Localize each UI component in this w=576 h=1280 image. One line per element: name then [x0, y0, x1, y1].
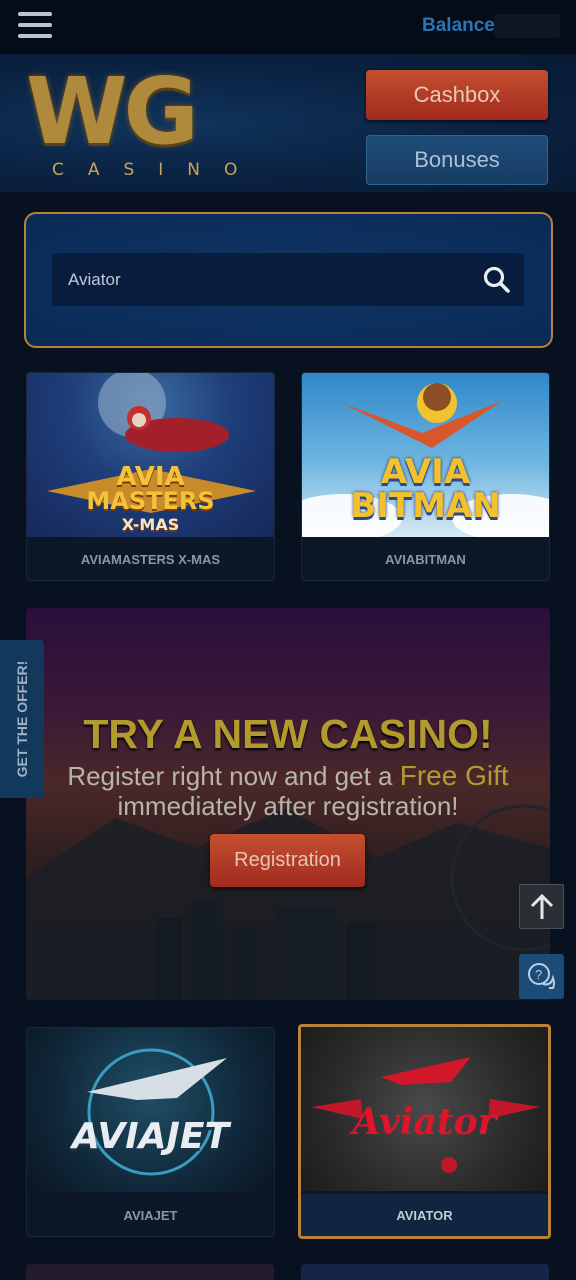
logo-wg-text: WG	[26, 58, 199, 165]
promo-free-gift: Free Gift	[399, 760, 509, 791]
promo-banner: TRY A NEW CASINO! Register right now and…	[26, 608, 550, 1000]
support-chat-button[interactable]: ?	[519, 954, 564, 999]
search-field	[52, 253, 524, 306]
game-art-text: Aviator	[352, 1101, 497, 1143]
chat-help-icon: ?	[528, 963, 555, 989]
game-card-aviamasters-xmas[interactable]: AVIA MASTERS X-MAS AVIAMASTERS X-MAS	[26, 372, 275, 581]
get-the-offer-tab[interactable]: GET THE OFFER!	[0, 640, 44, 798]
arrow-up-icon	[530, 893, 554, 919]
balance-label: Balance	[422, 15, 495, 36]
game-art-text: X-MAS	[121, 515, 180, 534]
search-input[interactable]	[68, 253, 468, 306]
game-card-partial[interactable]	[26, 1264, 274, 1280]
game-title: AVIABITMAN	[385, 551, 466, 567]
game-card-aviator[interactable]: Aviator AVIATOR	[298, 1024, 551, 1239]
game-thumbnail: AVIA MASTERS X-MAS	[27, 373, 274, 537]
promo-text-line2: immediately after registration!	[117, 791, 459, 821]
game-card-aviabitman[interactable]: AVIA BITMAN AVIABITMAN	[301, 372, 550, 581]
game-title: AVIAJET	[123, 1207, 178, 1223]
bonuses-button[interactable]: Bonuses	[366, 135, 548, 185]
logo-casino-text: CASINO	[52, 160, 262, 180]
game-card-aviajet[interactable]: AVIAJET AVIAJET	[26, 1027, 275, 1237]
game-art-text: AVIAJET	[71, 1116, 230, 1157]
promo-text-prefix: Register right now and get a	[67, 761, 393, 791]
registration-button[interactable]: Registration	[210, 834, 365, 887]
promo-title: TRY A NEW CASINO!	[83, 711, 493, 757]
hamburger-menu-icon[interactable]	[18, 12, 52, 44]
offer-tab-label: GET THE OFFER!	[14, 660, 30, 778]
game-thumbnail: AVIAJET	[27, 1028, 274, 1192]
game-title: AVIATOR	[301, 1194, 548, 1236]
svg-text:?: ?	[535, 967, 542, 982]
scroll-to-top-button[interactable]	[519, 884, 564, 929]
casino-logo[interactable]: WG CASINO	[26, 66, 240, 186]
game-title: AVIAMASTERS X-MAS	[80, 551, 221, 567]
game-card-partial[interactable]	[301, 1264, 549, 1280]
search-icon[interactable]	[482, 265, 512, 295]
game-art-text: AVIA	[380, 452, 471, 492]
game-art-text: BITMAN	[350, 486, 501, 526]
game-art-text: AVIA	[116, 462, 185, 492]
game-thumbnail: AVIA BITMAN	[302, 373, 549, 537]
cashbox-button[interactable]: Cashbox	[366, 70, 548, 120]
promo-text-line1: Register right now and get a Free Gift	[26, 760, 550, 792]
top-bar: Balance	[0, 0, 576, 54]
balance-value	[494, 14, 560, 38]
game-thumbnail: Aviator	[301, 1027, 548, 1191]
game-art-text: MASTERS	[86, 487, 215, 515]
